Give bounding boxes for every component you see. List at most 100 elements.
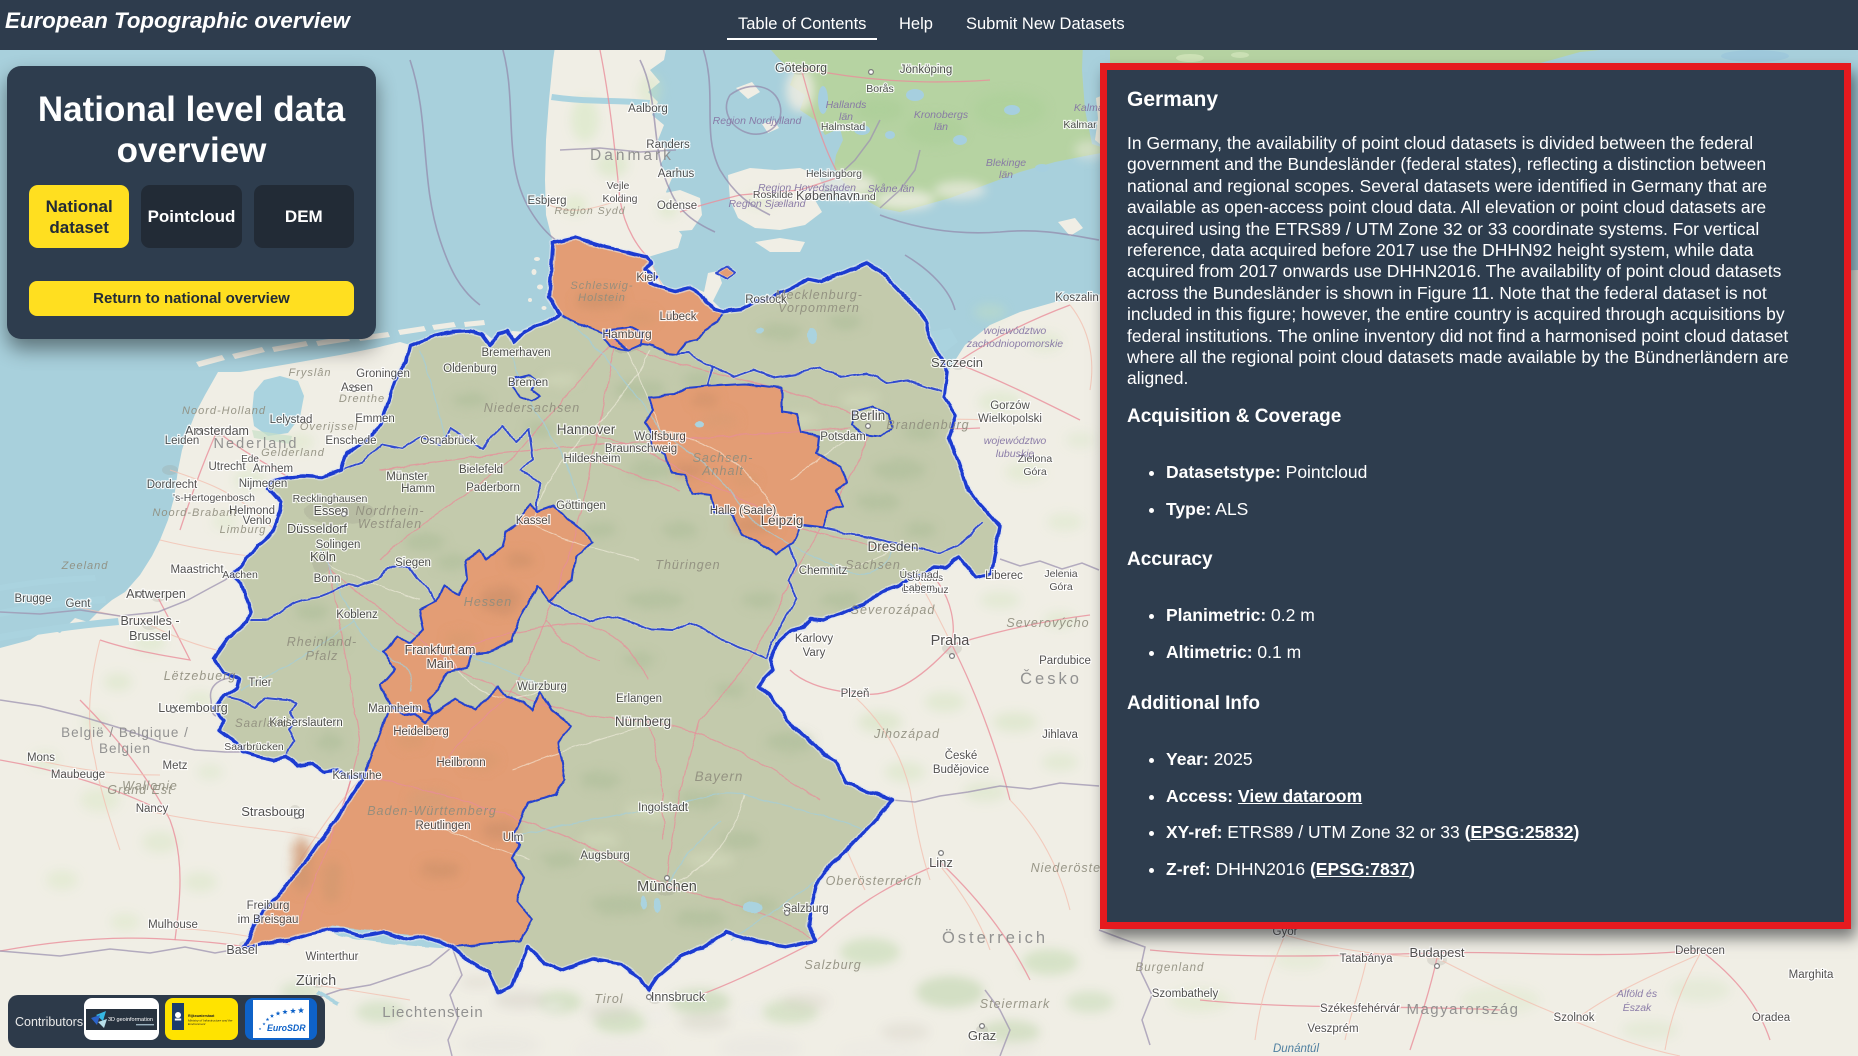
svg-text:Region Sydd: Region Sydd: [554, 205, 625, 217]
svg-text:Bielefeld: Bielefeld: [459, 464, 503, 476]
svg-text:Veszprém: Veszprém: [1307, 1023, 1358, 1035]
svg-text:Vejle: Vejle: [607, 180, 630, 192]
svg-text:Mannheim: Mannheim: [368, 703, 422, 715]
svg-text:Kalmar: Kalmar: [1063, 119, 1097, 131]
svg-text:Jelenia: Jelenia: [1044, 568, 1077, 580]
svg-text:Lübeck: Lübeck: [659, 311, 696, 323]
svg-text:Limburg: Limburg: [220, 524, 267, 536]
svg-text:Halle (Saale): Halle (Saale): [710, 505, 777, 517]
svg-text:Bremen: Bremen: [508, 377, 548, 389]
svg-text:Österreich: Österreich: [942, 929, 1048, 947]
svg-text:Main: Main: [426, 657, 453, 671]
svg-text:Kolding: Kolding: [602, 193, 637, 205]
svg-text:Rijkswaterstaat: Rijkswaterstaat: [188, 1014, 215, 1018]
svg-text:Freiburg: Freiburg: [247, 900, 290, 912]
svg-text:Basel: Basel: [226, 943, 257, 957]
svg-text:Maubeuge: Maubeuge: [51, 769, 105, 781]
svg-text:Ulm: Ulm: [503, 832, 523, 844]
svg-text:Baden-Württemberg: Baden-Württemberg: [367, 804, 497, 818]
svg-text:België / Belgique /: België / Belgique /: [61, 725, 189, 740]
svg-text:Antwerpen: Antwerpen: [126, 587, 186, 601]
svg-text:Saarland: Saarland: [235, 718, 289, 730]
svg-text:Linz: Linz: [929, 855, 953, 870]
svg-text:Frankfurt am: Frankfurt am: [405, 643, 476, 657]
svg-text:Nordrhein-: Nordrhein-: [355, 504, 424, 518]
svg-text:Belgien: Belgien: [99, 741, 151, 756]
svg-text:Göteborg: Göteborg: [775, 61, 827, 75]
svg-text:Niedersachsen: Niedersachsen: [484, 401, 580, 415]
svg-text:Paderborn: Paderborn: [466, 482, 520, 494]
svg-text:Bonn: Bonn: [314, 573, 341, 585]
svg-text:Region Nordjylland: Region Nordjylland: [713, 115, 803, 127]
svg-text:Tatabánya: Tatabánya: [1339, 953, 1393, 965]
svg-text:Szombathely: Szombathely: [1152, 988, 1219, 1000]
svg-text:Wolfsburg: Wolfsburg: [634, 431, 686, 443]
svg-text:Skåne län: Skåne län: [868, 183, 915, 195]
svg-text:'s-Hertogenbosch: 's-Hertogenbosch: [173, 492, 255, 504]
svg-text:3D geoinformation: 3D geoinformation: [108, 1017, 153, 1023]
svg-text:Liechtenstein: Liechtenstein: [382, 1004, 483, 1021]
svg-text:Overijssel: Overijssel: [300, 421, 358, 433]
svg-text:Severozápad: Severozápad: [851, 603, 936, 617]
svg-text:České: České: [945, 749, 978, 762]
svg-text:Heidelberg: Heidelberg: [393, 726, 449, 738]
svg-text:Karlsruhe: Karlsruhe: [332, 770, 381, 782]
svg-text:Labem: Labem: [903, 582, 935, 594]
svg-text:Koszalin: Koszalin: [1055, 292, 1098, 304]
svg-text:Hannover: Hannover: [557, 422, 616, 437]
svg-text:Winterthur: Winterthur: [305, 951, 358, 963]
svg-text:im Breisgau: im Breisgau: [238, 914, 299, 926]
svg-text:Brandenburg: Brandenburg: [886, 418, 969, 432]
svg-text:Ústí nad: Ústí nad: [899, 568, 938, 581]
svg-text:Emmen: Emmen: [355, 413, 395, 425]
svg-text:Mecklenburg-: Mecklenburg-: [775, 288, 863, 302]
svg-text:Nürnberg: Nürnberg: [615, 714, 671, 729]
svg-text:Dresden: Dresden: [867, 539, 918, 554]
svg-text:Budějovice: Budějovice: [933, 764, 989, 776]
svg-text:Tirol: Tirol: [594, 992, 623, 1006]
svg-text:Nijmegen: Nijmegen: [239, 478, 288, 490]
svg-text:Göttingen: Göttingen: [556, 500, 606, 512]
svg-text:Jihozápad: Jihozápad: [873, 727, 940, 741]
svg-text:Heilbronn: Heilbronn: [436, 757, 485, 769]
svg-text:Góra: Góra: [1049, 581, 1073, 593]
svg-text:Mons: Mons: [27, 752, 55, 764]
svg-text:Trier: Trier: [248, 677, 271, 689]
svg-text:Góra: Góra: [1023, 466, 1047, 478]
svg-text:Maastricht: Maastricht: [170, 564, 224, 576]
svg-text:Saarbrücken: Saarbrücken: [224, 741, 284, 753]
svg-text:Szczecin: Szczecin: [931, 355, 983, 370]
svg-text:län: län: [999, 169, 1013, 181]
svg-text:Grand Est: Grand Est: [107, 783, 172, 797]
svg-text:Česko: Česko: [1020, 669, 1082, 688]
svg-text:województwo: województwo: [984, 435, 1047, 447]
svg-text:Bremerhaven: Bremerhaven: [481, 347, 550, 359]
svg-text:Environment: Environment: [188, 1022, 206, 1026]
svg-text:Hamburg: Hamburg: [602, 327, 651, 341]
svg-text:Észak: Észak: [1623, 1001, 1652, 1014]
svg-text:Oberösterreich: Oberösterreich: [826, 874, 923, 888]
svg-text:Karlovy: Karlovy: [795, 633, 834, 645]
svg-text:Luxembourg: Luxembourg: [158, 701, 228, 715]
svg-text:Danmark: Danmark: [590, 147, 674, 164]
svg-text:Anhalt: Anhalt: [701, 464, 743, 478]
svg-text:Noord-Brabant: Noord-Brabant: [152, 507, 237, 519]
svg-text:Gent: Gent: [66, 598, 92, 610]
svg-text:Salzburg: Salzburg: [783, 903, 828, 915]
svg-text:Steiermark: Steiermark: [980, 997, 1050, 1011]
svg-text:Aarhus: Aarhus: [658, 168, 695, 180]
svg-text:Nederland: Nederland: [214, 436, 299, 452]
svg-text:Osnabrück: Osnabrück: [420, 435, 476, 447]
svg-text:Chemnitz: Chemnitz: [799, 565, 848, 577]
svg-text:Metz: Metz: [163, 760, 188, 772]
svg-text:Drenthe: Drenthe: [339, 393, 385, 405]
svg-text:Praha: Praha: [931, 633, 971, 649]
svg-text:Groningen: Groningen: [356, 368, 410, 380]
svg-text:Leiden: Leiden: [165, 435, 200, 447]
svg-text:Koblenz: Koblenz: [336, 609, 378, 621]
svg-text:Odense: Odense: [657, 200, 697, 212]
svg-text:Hallands: Hallands: [826, 99, 868, 111]
svg-text:Sachsen-: Sachsen-: [693, 451, 754, 465]
svg-text:Holstein: Holstein: [578, 292, 626, 304]
svg-text:Hessen: Hessen: [464, 595, 512, 609]
